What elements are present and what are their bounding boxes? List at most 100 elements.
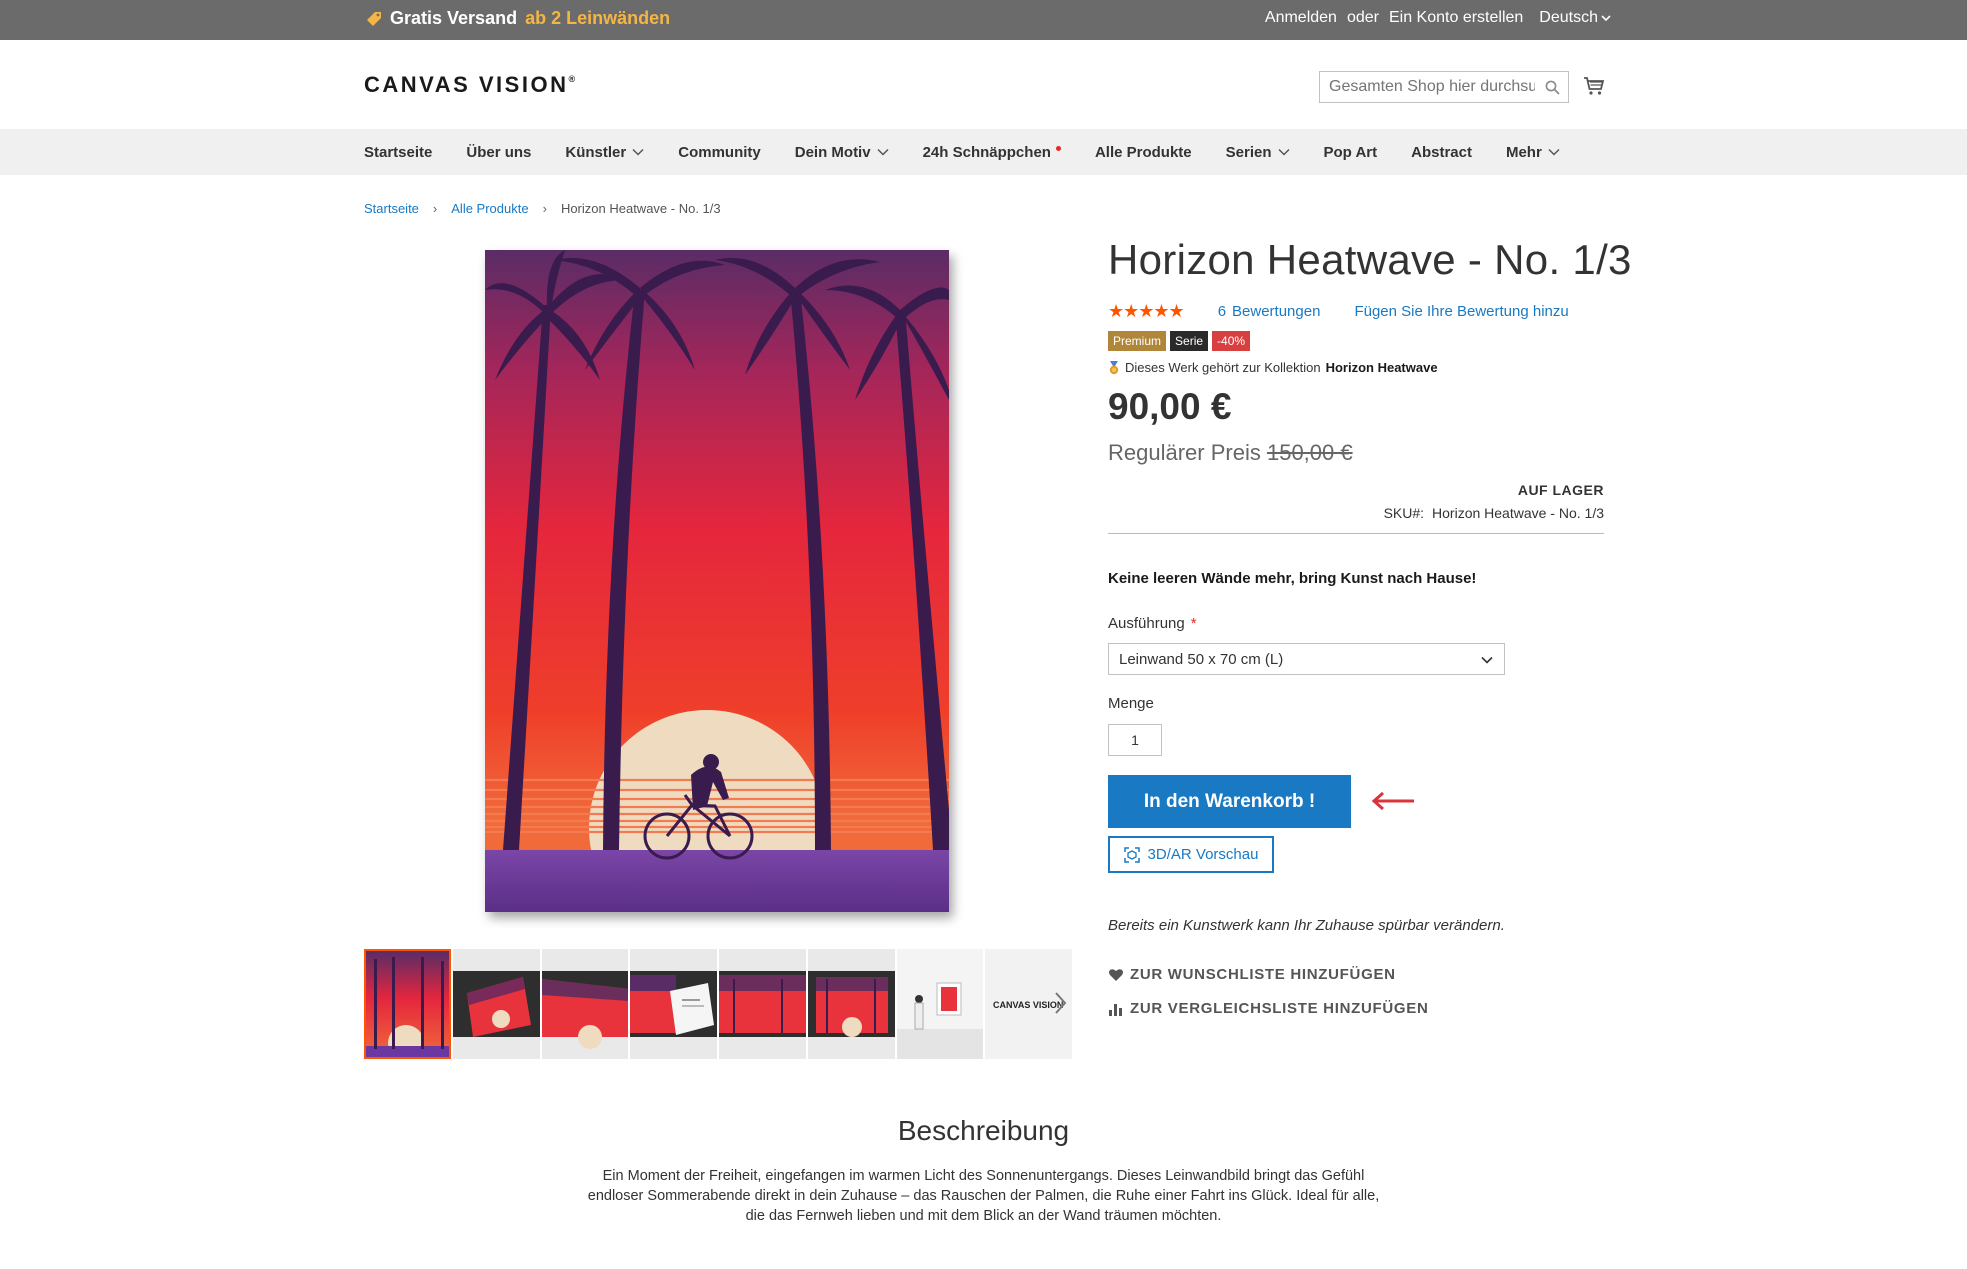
nav-label: Startseite — [364, 143, 433, 161]
nav-label: Abstract — [1411, 143, 1472, 161]
collection-note: Dieses Werk gehört zur Kollektion Horizo… — [1108, 360, 1438, 375]
product-main-image[interactable] — [485, 250, 949, 912]
sku: SKU#: Horizon Heatwave - No. 1/3 — [1384, 505, 1604, 521]
thumbnail-2[interactable] — [452, 949, 540, 1059]
option-label-text: Ausführung — [1108, 615, 1185, 632]
promo-accent-text: ab 2 Leinwänden — [525, 8, 671, 28]
chevron-down-icon — [1277, 148, 1290, 156]
thumbnail-7[interactable] — [896, 949, 984, 1059]
thumbnail-5[interactable] — [719, 949, 806, 1059]
artwork-palms-sunset — [485, 250, 949, 912]
add-review-link[interactable]: Fügen Sie Ihre Bewertung hinzu — [1354, 303, 1568, 320]
breadcrumb-separator-icon: › — [542, 201, 547, 216]
or-text: oder — [1346, 9, 1379, 26]
nav-label: Über uns — [466, 143, 532, 161]
review-label: Bewertungen — [1232, 303, 1321, 320]
description-title: Beschreibung — [897, 1115, 1070, 1146]
cart-icon[interactable] — [1583, 75, 1605, 97]
divider — [1108, 533, 1604, 534]
nav-label: Dein Motiv — [794, 143, 871, 161]
collection-text: Dieses Werk gehört zur Kollektion — [1125, 360, 1321, 375]
thumbnail-1[interactable] — [364, 949, 451, 1059]
nav-item-ueber-uns[interactable]: Über uns — [466, 144, 531, 161]
nav-label: Künstler — [565, 143, 627, 161]
heart-icon — [1109, 968, 1123, 981]
inspiration-note: Bereits ein Kunstwerk kann Ihr Zuhause s… — [1108, 917, 1505, 934]
thumbnail-strip: CANVAS VISION — [364, 949, 1073, 1059]
add-to-wishlist-link[interactable]: ZUR WUNSCHLISTE HINZUFÜGEN — [1108, 966, 1396, 983]
account-links: Anmelden oder Ein Konto erstellen Deutsc… — [1265, 9, 1611, 27]
stock-status: AUF LAGER — [1517, 482, 1604, 498]
search-input[interactable] — [1320, 72, 1535, 102]
nav-item-startseite[interactable]: Startseite — [364, 144, 432, 161]
quantity-input[interactable]: 1 — [1108, 724, 1162, 756]
nav-label: Serien — [1225, 143, 1272, 161]
top-bar: Gratis Versand ab 2 Leinwänden Anmelden … — [0, 0, 1967, 40]
nav-item-alle-produkte[interactable]: Alle Produkte — [1095, 144, 1192, 161]
nav-label: Mehr — [1505, 143, 1542, 161]
rating-summary: ★★★★★ 6 Bewertungen Fügen Sie Ihre Bewer… — [1108, 301, 1569, 322]
site-header: CANVAS VISION® — [0, 40, 1967, 129]
bar-chart-icon — [1109, 1003, 1122, 1016]
breadcrumb-home[interactable]: Startseite — [364, 201, 419, 216]
chevron-down-icon — [1548, 148, 1560, 156]
site-logo[interactable]: CANVAS VISION® — [364, 72, 575, 98]
sku-label: SKU#: — [1383, 505, 1425, 521]
thumbnail-4[interactable] — [630, 949, 718, 1059]
new-indicator-dot — [1055, 145, 1061, 151]
medal-icon — [1109, 360, 1119, 374]
ar-preview-label: 3D/AR Vorschau — [1147, 846, 1259, 863]
nav-item-community[interactable]: Community — [678, 144, 761, 161]
thumbnail-3[interactable] — [541, 949, 629, 1059]
regular-price-label: Regulärer Preis — [1108, 440, 1261, 465]
regular-price: Regulärer Preis 150,00 € — [1108, 440, 1353, 466]
ar-preview-button[interactable]: 3D/AR Vorschau — [1108, 836, 1274, 873]
nav-item-serien[interactable]: Serien — [1226, 144, 1290, 161]
nav-item-pop-art[interactable]: Pop Art — [1324, 144, 1378, 161]
discount-badge: -40% — [1212, 331, 1251, 351]
nav-label: Pop Art — [1323, 143, 1378, 161]
thumbnail-8[interactable]: CANVAS VISION — [985, 949, 1073, 1059]
slogan: Keine leeren Wände mehr, bring Kunst nac… — [1108, 570, 1477, 587]
breadcrumb: Startseite › Alle Produkte › Horizon Hea… — [364, 201, 721, 216]
thumbnail-6[interactable] — [807, 949, 895, 1059]
tag-icon — [367, 11, 381, 26]
quantity-label: Menge — [1108, 695, 1154, 712]
product-title: Horizon Heatwave - No. 1/3 — [1108, 236, 1632, 283]
search-icon[interactable] — [1545, 80, 1560, 95]
nav-item-dein-motiv[interactable]: Dein Motiv — [795, 144, 889, 161]
free-shipping-promo: Gratis Versand ab 2 Leinwänden — [366, 8, 670, 29]
login-link[interactable]: Anmelden — [1265, 9, 1337, 27]
regular-price-value: 150,00 € — [1266, 440, 1353, 465]
breadcrumb-current: Horizon Heatwave - No. 1/3 — [560, 201, 721, 216]
nav-label: Community — [678, 143, 761, 161]
registered-mark: ® — [568, 74, 576, 84]
premium-badge: Premium — [1108, 331, 1167, 351]
wishlist-label: ZUR WUNSCHLISTE HINZUFÜGEN — [1130, 966, 1396, 983]
review-count: 6 — [1217, 303, 1227, 320]
series-badge: Serie — [1170, 331, 1209, 351]
nav-item-mehr[interactable]: Mehr — [1506, 144, 1560, 161]
register-link[interactable]: Ein Konto erstellen — [1389, 9, 1523, 27]
search-box — [1319, 71, 1569, 103]
breadcrumb-category[interactable]: Alle Produkte — [451, 201, 528, 216]
chevron-right-icon[interactable] — [1052, 989, 1070, 1017]
nav-item-abstract[interactable]: Abstract — [1411, 144, 1472, 161]
product-badges: Premium Serie -40% — [1108, 331, 1251, 351]
nav-label: Alle Produkte — [1094, 143, 1192, 161]
product-price: 90,00 € — [1108, 386, 1232, 427]
add-to-compare-link[interactable]: ZUR VERGLEICHSLISTE HINZUFÜGEN — [1108, 1000, 1429, 1017]
rating-stars-icon: ★★★★★ — [1108, 301, 1185, 321]
collection-name[interactable]: Horizon Heatwave — [1326, 360, 1438, 375]
compare-label: ZUR VERGLEICHSLISTE HINZUFÜGEN — [1130, 1000, 1429, 1017]
reviews-link[interactable]: 6 Bewertungen — [1218, 303, 1321, 320]
ar-cube-icon — [1123, 846, 1140, 863]
nav-item-schnaeppchen[interactable]: 24h Schnäppchen — [923, 144, 1061, 161]
format-select[interactable]: Leinwand 50 x 70 cm (L) — [1108, 643, 1505, 675]
sku-value: Horizon Heatwave - No. 1/3 — [1432, 505, 1604, 521]
language-switcher[interactable]: Deutsch — [1539, 9, 1611, 27]
add-to-cart-button[interactable]: In den Warenkorb ! — [1108, 775, 1351, 828]
chevron-down-icon — [1481, 656, 1493, 664]
format-select-value: Leinwand 50 x 70 cm (L) — [1119, 651, 1284, 668]
nav-item-kuenstler[interactable]: Künstler — [565, 144, 644, 161]
